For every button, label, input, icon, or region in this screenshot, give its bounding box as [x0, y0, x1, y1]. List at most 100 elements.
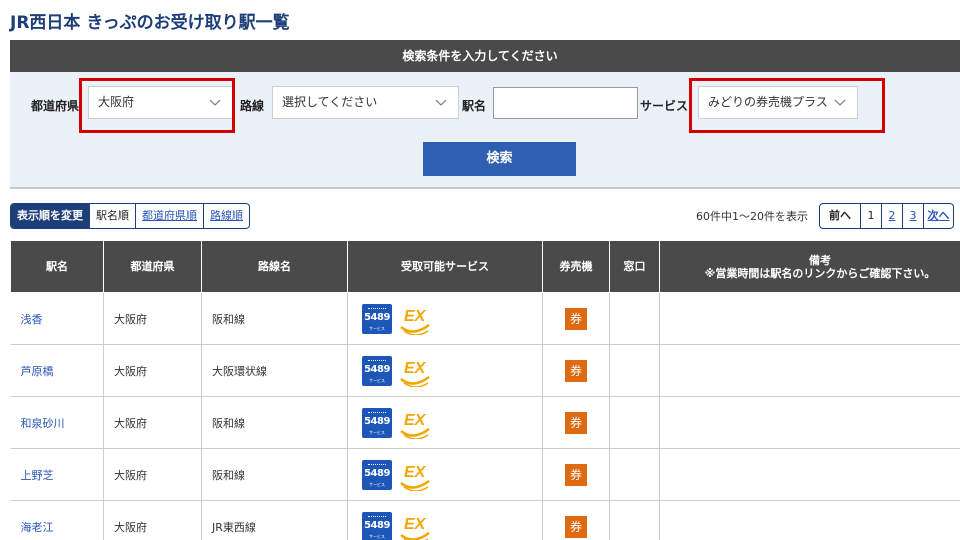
col-notes: 備考 ※営業時間は駅名のリンクからご確認下さい。 — [659, 240, 960, 293]
prefecture-label: 都道府県 — [31, 99, 80, 113]
col-services: 受取可能サービス — [347, 240, 543, 293]
station-name-cell: 浅香 — [10, 292, 104, 345]
search-button[interactable]: 検索 — [423, 142, 576, 176]
col-notes-sub: ※営業時間は駅名のリンクからご確認下さい。 — [704, 266, 936, 280]
badge-5489-sub: サービス — [369, 377, 385, 383]
sort-by-name[interactable]: 駅名順 — [89, 204, 135, 228]
line-cell: 阪和線 — [201, 396, 348, 449]
badge-dots — [368, 515, 386, 518]
ticket-machine-icon: 券 — [565, 307, 587, 330]
badge-5489-sub: サービス — [369, 481, 385, 487]
ticket-machine-cell: 券 — [542, 292, 610, 345]
note-cell — [659, 500, 960, 540]
line-label: 路線 — [240, 99, 265, 113]
ticket-machine-icon: 券 — [565, 359, 587, 382]
col-station-name: 駅名 — [10, 240, 104, 293]
counter-cell — [609, 500, 660, 540]
badge-5489-sub: サービス — [369, 325, 385, 331]
table-header-row: 駅名 都道府県 路線名 受取可能サービス 券売機 窓口 備考 ※営業時間は駅名の… — [10, 240, 960, 293]
sort-by-prefecture[interactable]: 都道府県順 — [135, 204, 203, 228]
badge-ex-text: EX — [404, 308, 427, 325]
page-3-link[interactable]: 3 — [902, 204, 923, 228]
badge-5489-number: 5489 — [364, 415, 390, 427]
badge-5489-number: 5489 — [364, 467, 390, 479]
col-counter: 窓口 — [609, 240, 660, 293]
station-name-link[interactable]: 浅香 — [21, 313, 43, 326]
counter-cell — [609, 396, 660, 449]
service-ex-icon: EX — [400, 308, 430, 335]
counter-cell — [609, 344, 660, 397]
panel-divider — [10, 187, 960, 189]
service-5489-icon: 5489 サービス — [362, 511, 392, 540]
service-ex-icon: EX — [400, 516, 430, 540]
search-header: 検索条件を入力してください — [10, 40, 960, 72]
note-cell — [659, 344, 960, 397]
ticket-machine-cell: 券 — [542, 344, 610, 397]
ticket-machine-cell: 券 — [542, 500, 610, 540]
col-notes-title: 備考 — [809, 253, 831, 267]
prev-page-button[interactable]: 前へ — [820, 204, 860, 228]
next-page-button[interactable]: 次へ — [923, 204, 953, 228]
badge-ex-text: EX — [404, 516, 427, 533]
line-select-value: 選択してください — [282, 95, 378, 109]
badge-5489-number: 5489 — [364, 363, 390, 375]
station-name-cell: 和泉砂川 — [10, 396, 104, 449]
service-5489-icon: 5489 サービス — [362, 303, 392, 334]
badge-ex-text: EX — [404, 360, 427, 377]
station-name-cell: 芦原橋 — [10, 344, 104, 397]
service-ex-icon: EX — [400, 464, 430, 491]
result-count: 60件中1～20件を表示 — [696, 210, 808, 223]
prefecture-cell: 大阪府 — [103, 344, 202, 397]
badge-5489-number: 5489 — [364, 311, 390, 323]
prefecture-cell: 大阪府 — [103, 396, 202, 449]
station-name-link[interactable]: 海老江 — [21, 521, 54, 534]
table-row: 浅香 大阪府 阪和線 5489 サービス EX 券 — [10, 292, 960, 345]
table-row: 和泉砂川 大阪府 阪和線 5489 サービス EX 券 — [10, 396, 960, 449]
station-name-link[interactable]: 和泉砂川 — [21, 417, 65, 430]
badge-ex-text: EX — [404, 464, 427, 481]
station-label: 駅名 — [462, 99, 487, 113]
prefecture-cell: 大阪府 — [103, 500, 202, 540]
sort-label: 表示順を変更 — [11, 204, 89, 228]
service-ex-icon: EX — [400, 412, 430, 439]
badge-5489-number: 5489 — [364, 519, 390, 531]
badge-dots — [368, 307, 386, 310]
badge-5489-sub: サービス — [369, 533, 385, 539]
page-1: 1 — [860, 204, 881, 228]
service-5489-icon: 5489 サービス — [362, 407, 392, 438]
table-row: 上野芝 大阪府 阪和線 5489 サービス EX 券 — [10, 448, 960, 501]
line-cell: JR東西線 — [201, 500, 348, 540]
line-cell: 大阪環状線 — [201, 344, 348, 397]
page-title: JR西日本 きっぷのお受け取り駅一覧 — [10, 13, 290, 33]
prefecture-cell: 大阪府 — [103, 448, 202, 501]
services-cell: 5489 サービス EX — [347, 448, 543, 501]
counter-cell — [609, 292, 660, 345]
services-cell: 5489 サービス EX — [347, 396, 543, 449]
chevron-down-icon — [435, 99, 447, 106]
badge-dots — [368, 359, 386, 362]
station-name-cell: 上野芝 — [10, 448, 104, 501]
sort-by-line[interactable]: 路線順 — [203, 204, 249, 228]
ticket-machine-icon: 券 — [565, 411, 587, 434]
counter-cell — [609, 448, 660, 501]
badge-5489-sub: サービス — [369, 429, 385, 435]
service-5489-icon: 5489 サービス — [362, 459, 392, 490]
prefecture-highlight-box — [79, 78, 235, 133]
prefecture-cell: 大阪府 — [103, 292, 202, 345]
line-select[interactable]: 選択してください — [272, 86, 459, 119]
note-cell — [659, 396, 960, 449]
page-2-link[interactable]: 2 — [881, 204, 902, 228]
station-name-link[interactable]: 上野芝 — [21, 469, 54, 482]
station-name-cell: 海老江 — [10, 500, 104, 540]
table-row: 海老江 大阪府 JR東西線 5489 サービス EX 券 — [10, 500, 960, 540]
note-cell — [659, 448, 960, 501]
col-prefecture: 都道府県 — [103, 240, 202, 293]
ticket-machine-icon: 券 — [565, 515, 587, 538]
station-name-input[interactable] — [493, 87, 638, 119]
service-ex-icon: EX — [400, 360, 430, 387]
col-ticket-machine: 券売機 — [542, 240, 610, 293]
line-cell: 阪和線 — [201, 448, 348, 501]
services-cell: 5489 サービス EX — [347, 292, 543, 345]
note-cell — [659, 292, 960, 345]
station-name-link[interactable]: 芦原橋 — [21, 365, 54, 378]
